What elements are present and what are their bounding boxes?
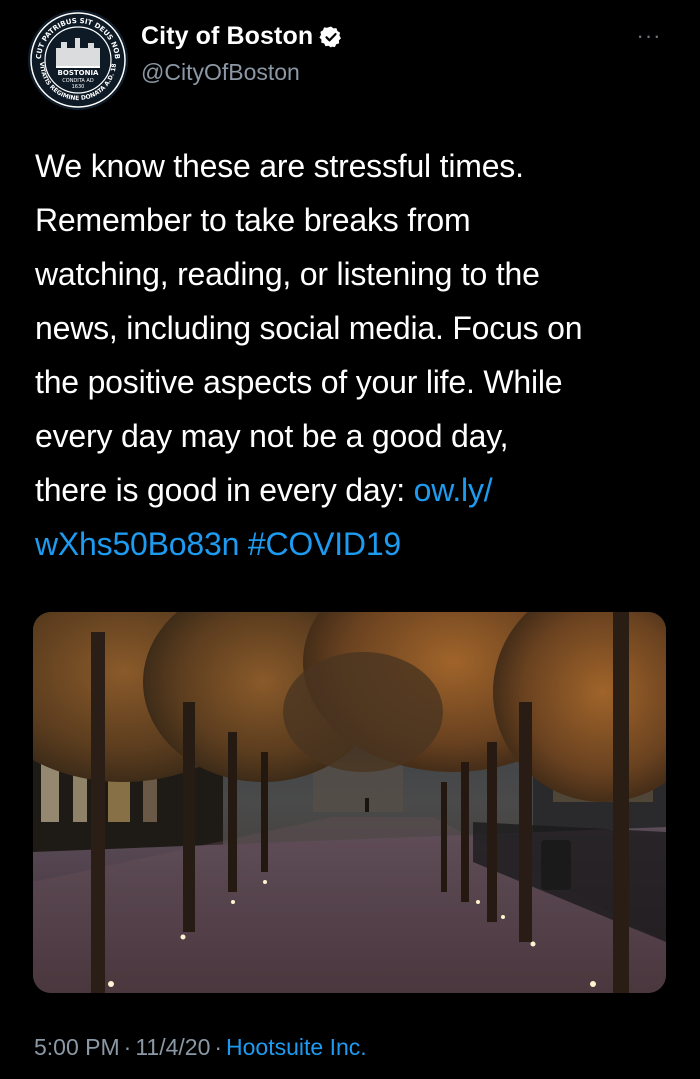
tweet-source-link[interactable]: Hootsuite Inc.	[226, 1034, 367, 1060]
tweet-link-part2[interactable]: wXhs50Bo83n	[35, 526, 239, 562]
meta-separator: ·	[123, 1034, 132, 1060]
tweet-header: SICUT PATRIBUS SIT DEUS NOBIS CIVITATIS …	[0, 0, 700, 110]
handle[interactable]: @CityOfBoston	[141, 59, 300, 86]
tweet-text: We know these are stressful times. Remem…	[35, 139, 675, 571]
seal-sub2-text: 1630	[72, 84, 85, 90]
tweet-line: news, including social media. Focus on	[35, 310, 583, 346]
tweet-line: watching, reading, or listening to the	[35, 256, 540, 292]
photo-icon	[33, 612, 666, 993]
more-options-icon[interactable]: ···	[634, 25, 664, 47]
display-name[interactable]: City of Boston	[141, 22, 313, 51]
tweet-photo[interactable]	[33, 612, 666, 993]
tweet-line: there is good in every day:	[35, 472, 414, 508]
tweet-meta: 5:00 PM · 11/4/20 · Hootsuite Inc.	[34, 1034, 367, 1061]
tweet-line: We know these are stressful times.	[35, 148, 524, 184]
seal-center-text: BOSTONIA	[58, 69, 100, 77]
tweet-line: the positive aspects of your life. While	[35, 364, 563, 400]
tweet-line: every day may not be a good day,	[35, 418, 509, 454]
tweet-line: Remember to take breaks from	[35, 202, 471, 238]
tweet-time[interactable]: 5:00 PM	[34, 1034, 120, 1060]
tweet-link-part1[interactable]: ow.ly/	[414, 472, 493, 508]
avatar[interactable]: SICUT PATRIBUS SIT DEUS NOBIS CIVITATIS …	[28, 10, 128, 110]
verified-badge-icon	[319, 25, 343, 49]
tweet-date[interactable]: 11/4/20	[135, 1034, 210, 1060]
name-line[interactable]: City of Boston	[141, 22, 343, 51]
boston-seal-icon: SICUT PATRIBUS SIT DEUS NOBIS CIVITATIS …	[28, 10, 127, 109]
meta-separator: ·	[214, 1034, 223, 1060]
hashtag-link[interactable]: #COVID19	[248, 526, 401, 562]
